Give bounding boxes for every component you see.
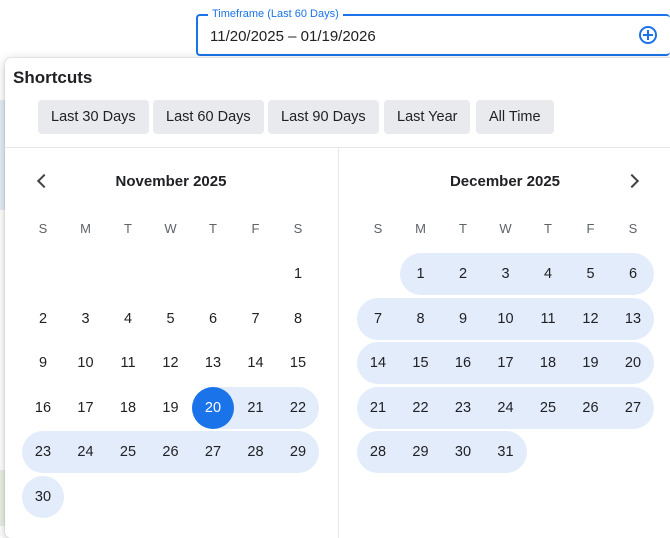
day-cell[interactable]: 18: [527, 342, 569, 384]
weekday-label: T: [459, 221, 467, 236]
day-cell[interactable]: 11: [527, 298, 569, 340]
day-cell[interactable]: 28: [357, 431, 399, 473]
day-cell[interactable]: 7: [235, 298, 277, 340]
timeframe-value[interactable]: 11/20/2025 – 01/19/2026: [210, 28, 376, 45]
day-cell[interactable]: 14: [357, 342, 399, 384]
day-cell[interactable]: 26: [150, 431, 192, 473]
day-cell[interactable]: 19: [570, 342, 612, 384]
weekday-label: M: [415, 221, 426, 236]
day-cell[interactable]: 19: [150, 387, 192, 429]
day-cell[interactable]: 17: [485, 342, 527, 384]
day-cell[interactable]: 9: [22, 342, 64, 384]
shortcut-last-30-days[interactable]: Last 30 Days: [38, 100, 149, 134]
date-range-picker: Shortcuts Last 30 Days Last 60 Days Last…: [5, 58, 670, 538]
weekday-label: F: [251, 221, 260, 236]
day-cell[interactable]: 30: [442, 431, 484, 473]
weekday-label: W: [164, 221, 177, 236]
shortcut-last-60-days[interactable]: Last 60 Days: [153, 100, 264, 134]
day-cell[interactable]: 8: [277, 298, 319, 340]
day-cell[interactable]: 16: [22, 387, 64, 429]
day-cell[interactable]: 29: [400, 431, 442, 473]
chevron-right-icon[interactable]: [627, 174, 639, 186]
day-cell-selected[interactable]: 20: [192, 386, 234, 429]
weekday-label: S: [38, 221, 48, 236]
weekday-label: F: [586, 221, 595, 236]
day-cell[interactable]: 27: [612, 387, 654, 429]
divider: [338, 148, 339, 538]
day-cell[interactable]: 9: [442, 298, 484, 340]
month-title-december: December 2025: [449, 173, 561, 190]
day-cell[interactable]: 3: [485, 253, 527, 295]
timeframe-label: Timeframe (Last 60 Days): [208, 7, 343, 21]
day-cell[interactable]: 12: [150, 342, 192, 384]
day-cell[interactable]: 27: [192, 431, 234, 473]
day-cell[interactable]: 21: [235, 387, 277, 429]
day-cell[interactable]: 20: [612, 342, 654, 384]
day-cell[interactable]: 24: [65, 431, 107, 473]
day-cell[interactable]: 1: [400, 253, 442, 295]
shortcuts-title: Shortcuts: [13, 68, 93, 87]
day-cell[interactable]: 3: [65, 298, 107, 340]
day-cell[interactable]: 10: [485, 298, 527, 340]
day-cell[interactable]: 24: [485, 387, 527, 429]
weekday-label: S: [293, 221, 303, 236]
day-cell[interactable]: 5: [570, 253, 612, 295]
day-cell[interactable]: 23: [22, 431, 64, 473]
weekday-label: S: [373, 221, 383, 236]
day-cell[interactable]: 17: [65, 387, 107, 429]
weekday-label: T: [209, 221, 217, 236]
day-cell[interactable]: 4: [107, 298, 149, 340]
day-cell[interactable]: 31: [485, 431, 527, 473]
day-cell[interactable]: 6: [612, 253, 654, 295]
day-cell[interactable]: 11: [107, 342, 149, 384]
day-cell[interactable]: 21: [357, 387, 399, 429]
day-cell[interactable]: 23: [442, 387, 484, 429]
day-cell[interactable]: 22: [400, 387, 442, 429]
shortcut-last-year[interactable]: Last Year: [384, 100, 471, 134]
day-cell[interactable]: 6: [192, 298, 234, 340]
day-cell[interactable]: 15: [277, 342, 319, 384]
month-title-november: November 2025: [115, 173, 227, 190]
shortcut-all-time[interactable]: All Time: [476, 100, 554, 134]
day-cell[interactable]: 22: [277, 387, 319, 429]
day-cell[interactable]: 2: [22, 298, 64, 340]
weekday-label: T: [124, 221, 132, 236]
day-cell[interactable]: 25: [107, 431, 149, 473]
day-cell[interactable]: 30: [22, 476, 64, 518]
weekday-label: S: [628, 221, 638, 236]
day-cell[interactable]: 4: [527, 253, 569, 295]
day-cell[interactable]: 5: [150, 298, 192, 340]
day-cell[interactable]: 18: [107, 387, 149, 429]
timeframe-field[interactable]: Timeframe (Last 60 Days) 11/20/2025 – 01…: [196, 7, 670, 56]
day-cell[interactable]: 25: [527, 387, 569, 429]
day-cell[interactable]: 28: [235, 431, 277, 473]
day-cell[interactable]: 29: [277, 431, 319, 473]
day-cell[interactable]: 10: [65, 342, 107, 384]
day-cell[interactable]: 14: [235, 342, 277, 384]
weekday-label: M: [80, 221, 91, 236]
day-cell[interactable]: 13: [612, 298, 654, 340]
chevron-left-icon[interactable]: [35, 174, 47, 186]
weekday-label: W: [499, 221, 512, 236]
day-cell[interactable]: 16: [442, 342, 484, 384]
day-cell[interactable]: 8: [400, 298, 442, 340]
day-cell[interactable]: 2: [442, 253, 484, 295]
day-cell[interactable]: 7: [357, 298, 399, 340]
add-circle-icon[interactable]: [639, 26, 657, 44]
day-cell[interactable]: 26: [570, 387, 612, 429]
day-cell[interactable]: 13: [192, 342, 234, 384]
day-cell[interactable]: 15: [400, 342, 442, 384]
day-cell[interactable]: 1: [277, 253, 319, 295]
shortcut-last-90-days[interactable]: Last 90 Days: [268, 100, 379, 134]
day-cell[interactable]: 12: [570, 298, 612, 340]
weekday-label: T: [544, 221, 552, 236]
